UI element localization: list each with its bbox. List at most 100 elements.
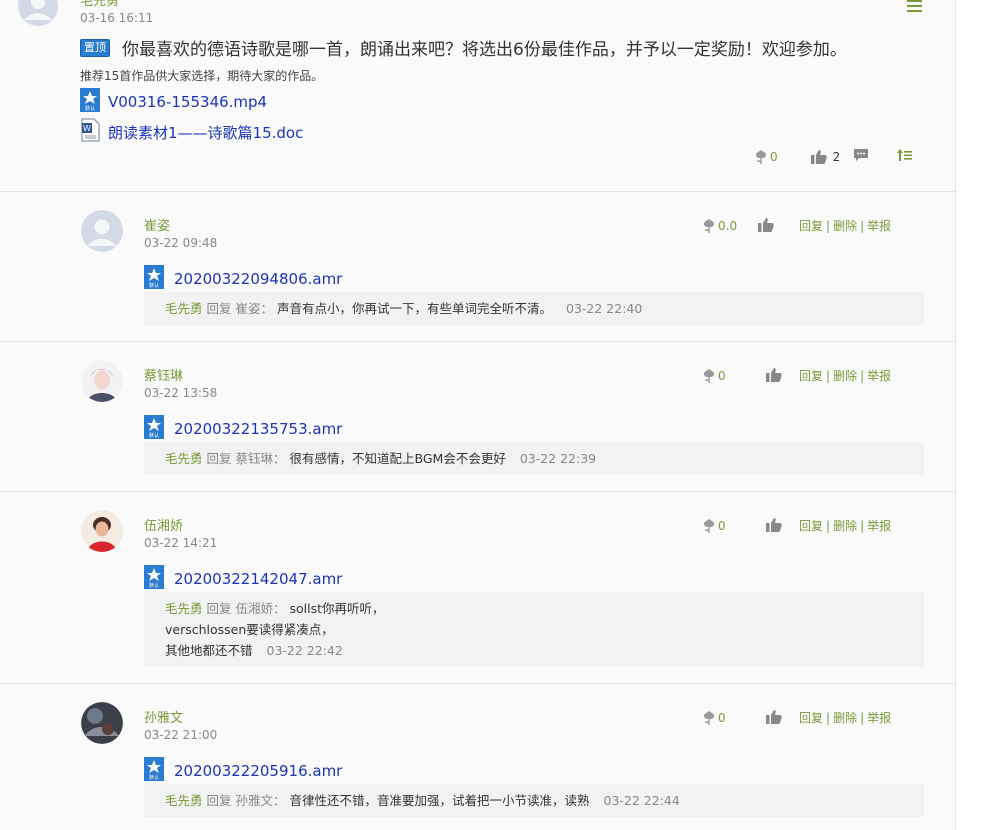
comment-actions: 0	[702, 517, 782, 535]
post-attachment-doc[interactable]: W 朗读素材1——诗歌篇15.doc	[80, 118, 303, 144]
avatar[interactable]	[81, 360, 123, 402]
svg-text:默认: 默认	[149, 432, 159, 439]
flower-count: 0	[718, 369, 726, 383]
avatar[interactable]	[81, 702, 123, 744]
thumbs-up-icon[interactable]	[765, 709, 782, 727]
comment-icon[interactable]	[853, 148, 869, 165]
post-date: 03-16 16:11	[80, 11, 154, 25]
flower-count: 0.0	[718, 219, 738, 233]
comment-actions: 0	[702, 367, 782, 385]
comment-attachment[interactable]: 默认 20200322142047.amr	[144, 565, 342, 591]
report-link[interactable]: 举报	[867, 519, 891, 533]
comment-author[interactable]: 蔡钰琳	[144, 365, 183, 384]
reply-author[interactable]: 毛先勇	[165, 793, 203, 808]
comment-actions: 0.0	[702, 217, 774, 235]
flower-button[interactable]: 0.0	[702, 218, 737, 234]
reply-time: 03-22 22:44	[603, 793, 680, 808]
reply-box: 毛先勇 回复 蔡钰琳： 很有感情，不知道配上BGM会不会更好 03-22 22:…	[144, 442, 924, 475]
comment-links: 回复 | 删除 | 举报	[799, 219, 892, 233]
comment-author[interactable]: 伍湘娇	[144, 515, 183, 534]
avatar[interactable]	[81, 210, 123, 252]
delete-link[interactable]: 删除	[833, 219, 857, 233]
comment-attachment[interactable]: 默认 20200322135753.amr	[144, 415, 342, 443]
sort-up-icon[interactable]	[897, 148, 913, 165]
flower-count: 0	[718, 711, 726, 725]
comment-links: 回复 | 删除 | 举报	[799, 519, 892, 533]
attachment-link[interactable]: 20200322094806.amr	[174, 270, 342, 288]
comment-date: 03-22 09:48	[144, 236, 218, 250]
thumbs-up-icon[interactable]	[765, 367, 782, 385]
flower-count: 0	[718, 519, 726, 533]
svg-text:默认: 默认	[149, 582, 159, 589]
attachment-link[interactable]: 20200322135753.amr	[174, 420, 342, 438]
delete-link[interactable]: 删除	[833, 519, 857, 533]
report-link[interactable]: 举报	[867, 219, 891, 233]
flower-button[interactable]: 0	[702, 368, 726, 384]
reply-author[interactable]: 毛先勇	[165, 301, 203, 316]
attachment-link[interactable]: 朗读素材1——诗歌篇15.doc	[108, 122, 303, 143]
report-link[interactable]: 举报	[867, 711, 891, 725]
audio-file-icon: 默认	[144, 415, 164, 443]
comment-item: 伍湘娇 03-22 14:21 0 回复 | 删除 | 举报 默认 2020032214…	[0, 492, 955, 684]
comment-links: 回复 | 删除 | 举报	[799, 369, 892, 383]
delete-link[interactable]: 删除	[833, 369, 857, 383]
flower-button[interactable]: 0	[702, 710, 726, 726]
flower-button[interactable]: 0	[754, 149, 778, 165]
flower-icon	[704, 369, 714, 383]
post-title: 你最喜欢的德语诗歌是哪一首，朗诵出来吧？将选出6份最佳作品，并予以一定奖励！欢迎…	[122, 40, 847, 60]
comment-item: 孙雅文 03-22 21:00 0 回复 | 删除 | 举报 默认 2020032220…	[0, 684, 955, 830]
attachment-link[interactable]: 20200322142047.amr	[174, 570, 342, 588]
svg-text:默认: 默认	[149, 774, 159, 781]
post-attachment-video[interactable]: 默认 V00316-155346.mp4	[80, 88, 267, 116]
avatar[interactable]	[81, 510, 123, 552]
reply-box: 毛先勇 回复 伍湘娇： sollst你再听听， verschlossen要读得紧…	[144, 592, 924, 667]
comment-author[interactable]: 孙雅文	[144, 707, 183, 726]
video-file-icon: 默认	[80, 88, 100, 116]
flower-icon	[704, 711, 714, 725]
reply-link[interactable]: 回复	[799, 519, 823, 533]
reply-link[interactable]: 回复	[799, 219, 823, 233]
svg-text:默认: 默认	[149, 282, 159, 289]
comment-date: 03-22 14:21	[144, 536, 218, 550]
post-subtitle: 推荐15首作品供大家选择，期待大家的作品。	[80, 69, 324, 83]
reply-box: 毛先勇 回复 崔姿： 声音有点小，你再试一下，有些单词完全听不清。 03-22 …	[144, 292, 924, 325]
comment-actions: 0	[702, 709, 782, 727]
reply-text: 声音有点小，你再试一下，有些单词完全听不清。	[277, 301, 553, 316]
report-link[interactable]: 举报	[867, 369, 891, 383]
like-button[interactable]: 2	[810, 149, 841, 164]
audio-file-icon: 默认	[144, 265, 164, 293]
delete-link[interactable]: 删除	[833, 711, 857, 725]
like-count: 2	[832, 149, 841, 164]
comment-author[interactable]: 崔姿	[144, 215, 170, 234]
comment-attachment[interactable]: 默认 20200322094806.amr	[144, 265, 342, 293]
comment-links: 回复 | 删除 | 举报	[799, 711, 892, 725]
comment-attachment[interactable]: 默认 20200322205916.amr	[144, 757, 342, 785]
reply-author[interactable]: 毛先勇	[165, 601, 203, 616]
comment-item: 蔡钰琳 03-22 13:58 0 回复 | 删除 | 举报 默认 2020032213…	[0, 342, 955, 492]
attachment-link[interactable]: V00316-155346.mp4	[108, 93, 267, 111]
attachment-badge-text: 默认	[85, 105, 95, 112]
flower-icon	[756, 149, 766, 164]
thumbs-up-icon[interactable]	[758, 217, 774, 235]
menu-icon[interactable]	[906, 0, 924, 14]
audio-file-icon: 默认	[144, 757, 164, 785]
reply-text: 音律性还不错，音准要加强，试着把一小节读准，读熟	[289, 793, 590, 808]
post-actions: 0 2	[754, 148, 913, 165]
reply-author[interactable]: 毛先勇	[165, 451, 203, 466]
thumbs-up-icon[interactable]	[765, 517, 782, 535]
flower-button[interactable]: 0	[702, 518, 726, 534]
author-avatar[interactable]	[18, 0, 58, 26]
comment-date: 03-22 21:00	[144, 728, 218, 742]
reply-text: verschlossen要读得紧凑点，	[165, 622, 334, 637]
comment-date: 03-22 13:58	[144, 386, 218, 400]
flower-count: 0	[770, 149, 778, 164]
reply-link[interactable]: 回复	[799, 369, 823, 383]
reply-link[interactable]: 回复	[799, 711, 823, 725]
reply-time: 03-22 22:39	[519, 451, 597, 466]
attachment-link[interactable]: 20200322205916.amr	[174, 762, 342, 780]
post-author[interactable]: 毛先勇	[80, 0, 119, 9]
reply-box: 毛先勇 回复 孙雅文： 音律性还不错，音准要加强，试着把一小节读准，读熟 03-…	[144, 784, 924, 817]
flower-icon	[704, 519, 714, 533]
flower-icon	[704, 219, 714, 233]
reply-text: sollst你再听听，	[289, 601, 385, 616]
